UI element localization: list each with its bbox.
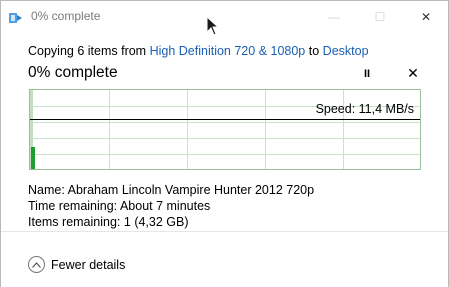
copy-prefix: Copying 6 items from bbox=[28, 44, 147, 58]
close-window-button[interactable]: ✕ bbox=[403, 1, 449, 32]
source-folder-link[interactable]: High Definition 720 & 1080p bbox=[150, 44, 306, 58]
speed-bar bbox=[31, 147, 35, 169]
pause-icon: II bbox=[363, 68, 371, 80]
fewer-details-button[interactable]: Fewer details bbox=[28, 256, 125, 273]
cancel-icon: ✕ bbox=[407, 64, 419, 81]
mouse-pointer-icon bbox=[206, 15, 220, 36]
minimize-icon: — bbox=[328, 9, 340, 24]
items-remaining-row: Items remaining: 1 (4,32 GB) bbox=[28, 214, 314, 230]
fewer-details-label: Fewer details bbox=[51, 257, 126, 272]
copy-transfer-icon bbox=[9, 11, 25, 23]
file-copy-dialog: 0% complete — ☐ ✕ Copying 6 items from H… bbox=[0, 0, 449, 287]
chevron-up-circle-icon bbox=[28, 256, 45, 273]
close-icon: ✕ bbox=[420, 9, 432, 24]
name-label: Name: bbox=[28, 183, 65, 197]
copy-summary: Copying 6 items from High Definition 720… bbox=[28, 44, 369, 58]
copy-progress-panel: Copying 6 items from High Definition 720… bbox=[1, 32, 448, 231]
items-remaining-label: Items remaining: bbox=[28, 215, 121, 229]
maximize-button[interactable]: ☐ bbox=[357, 1, 403, 32]
speed-line bbox=[30, 119, 420, 120]
maximize-icon: ☐ bbox=[374, 9, 386, 24]
dialog-footer: Fewer details bbox=[1, 231, 448, 287]
transfer-details: Name: Abraham Lincoln Vampire Hunter 201… bbox=[28, 182, 314, 230]
items-remaining-value: 1 (4,32 GB) bbox=[123, 215, 189, 229]
pause-button[interactable]: II bbox=[360, 67, 374, 81]
cancel-copy-button[interactable]: ✕ bbox=[405, 65, 421, 81]
name-value: Abraham Lincoln Vampire Hunter 2012 720p bbox=[67, 183, 315, 197]
time-remaining-value: About 7 minutes bbox=[119, 199, 211, 213]
title-bar[interactable]: 0% complete — ☐ ✕ bbox=[1, 1, 448, 32]
speed-label: Speed: 11,4 MB/s bbox=[315, 102, 414, 116]
name-row: Name: Abraham Lincoln Vampire Hunter 201… bbox=[28, 182, 314, 198]
time-remaining-row: Time remaining: About 7 minutes bbox=[28, 198, 314, 214]
progress-heading: 0% complete bbox=[28, 64, 118, 81]
copy-middle: to bbox=[308, 44, 320, 58]
window-title: 0% complete bbox=[31, 9, 101, 23]
transfer-speed-graph: Speed: 11,4 MB/s bbox=[29, 89, 421, 170]
destination-folder-link[interactable]: Desktop bbox=[323, 44, 369, 58]
time-remaining-label: Time remaining: bbox=[28, 199, 118, 213]
minimize-button[interactable]: — bbox=[311, 1, 357, 32]
